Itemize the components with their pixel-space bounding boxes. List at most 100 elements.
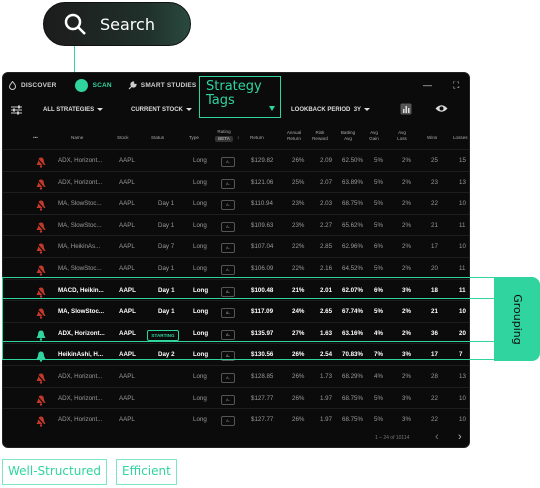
chevron-down-icon [97,107,104,111]
header-losses[interactable]: Losses [453,135,468,141]
cell-name: MA, SlowStoc... [58,265,102,272]
cell-status: Day 1 [158,200,175,208]
grouping-label: Grouping [510,293,524,345]
header-type[interactable]: Type [189,135,199,141]
header-avg-loss[interactable]: Avg Loss [395,130,409,141]
cell-annual: 25% [292,178,305,186]
cell-name: MA, HeikinAs... [58,243,101,251]
rating-chip[interactable]: A- [221,200,235,211]
cell-wins: 21 [431,221,438,229]
bell-off-icon[interactable] [36,265,46,276]
bell-off-icon[interactable] [36,157,46,168]
header-stock[interactable]: Stock [117,135,129,141]
cell-annual: 26% [292,416,305,424]
cell-losses: 10 [459,200,466,208]
group-divider [2,298,494,299]
search-pill[interactable]: Search [43,2,191,46]
chart-view-icon[interactable] [400,103,412,117]
bell-off-icon[interactable] [36,200,46,212]
current-stock-dropdown[interactable]: CURRENT STOCK [131,107,192,113]
cell-risk: 1.73 [320,373,333,380]
rating-chip[interactable]: A- [221,265,235,275]
bell-off-icon[interactable] [36,243,46,255]
cell-return: $107.04 [251,243,274,251]
table-row[interactable]: MA, SlowStoc... AAPL Day 1 Long $106.09 22% 2.… [3,257,469,279]
header-wins[interactable]: Wins [427,135,437,141]
strategy-tags-dropdown[interactable]: Strategy Tags [199,76,281,118]
minimize-icon[interactable]: — [423,80,432,90]
lookback-period-dropdown[interactable]: LOOKBACK PERIOD 3Y [291,107,371,113]
cell-stock: AAPL [119,200,135,208]
rating-chip[interactable]: A- [221,243,235,254]
header-avg-gain[interactable]: Avg Gain [367,130,381,141]
rating-chip[interactable]: A- [221,178,235,189]
cell-losses: 15 [459,157,466,164]
cell-batting: 62.50% [342,157,363,164]
next-page-icon[interactable]: › [458,431,462,443]
table-row[interactable]: ADX, Horizont... AAPL Long $127.77 26% 1.97 68… [3,408,469,430]
cell-risk: 1.97 [320,394,333,402]
cell-return: $129.82 [251,157,274,164]
cell-gain: 5% [374,200,383,208]
cell-batting: 63.89% [342,178,363,186]
all-strategies-dropdown[interactable]: ALL STRATEGIES [43,107,104,113]
header-annual-return[interactable]: Annual Return [283,130,305,141]
header-return[interactable]: Return [250,135,264,141]
table-row[interactable]: ADX, Horizont... AAPL Long $127.77 26% 1.97 68… [3,386,469,409]
table-row[interactable]: MA, HeikinAs... AAPL Day 7 Long $107.04 22% 2.… [3,235,469,257]
bell-off-icon[interactable] [36,178,46,190]
expand-icon[interactable]: ⛶ [453,80,459,91]
cell-name: ADX, Horizont... [58,416,103,424]
rating-chip[interactable]: A- [221,373,235,383]
table-header: ••• Name Stock Status Type Rating BETA ↕… [3,129,469,149]
table-row[interactable]: ADX, Horizont... AAPL Long $128.85 26% 1.73 68… [3,365,469,387]
header-name[interactable]: Name [71,135,83,141]
sort-icon[interactable]: ↕ [237,135,239,141]
cell-stock: AAPL [119,178,135,186]
tab-scan[interactable]: SCAN [74,78,112,92]
eye-icon[interactable] [435,104,448,115]
cell-gain: 5% [374,265,383,272]
rating-chip[interactable]: A- [221,394,235,405]
cell-losses: 10 [459,243,466,251]
cell-risk: 2.09 [320,157,333,164]
filter-settings-icon[interactable] [11,105,22,117]
tab-discover[interactable]: DISCOVER [8,80,57,90]
cell-losses: 13 [459,178,466,186]
cell-stock: AAPL [119,243,135,251]
cell-annual: 26% [292,394,305,402]
rating-chip[interactable]: A- [221,416,235,427]
cell-type: Long [193,157,207,164]
cell-batting: 65.62% [342,221,363,229]
cell-wins: 22 [431,394,438,402]
header-status[interactable]: Status [151,135,164,141]
header-risk-reward[interactable]: Risk Reward [311,130,329,141]
tab-smart-studies[interactable]: SMART STUDIES [128,80,197,90]
flame-icon [8,80,17,90]
prev-page-icon[interactable]: ‹ [435,431,439,443]
header-rating[interactable]: Rating [213,129,235,135]
grouping-tab[interactable]: Grouping [494,277,540,361]
cell-stock: AAPL [119,373,135,380]
rating-chip[interactable]: A- [221,157,235,167]
chevron-down-icon [269,106,275,111]
cell-name: ADX, Horizont... [58,373,103,380]
bell-off-icon[interactable] [36,373,46,384]
search-label: Search [100,14,155,34]
bell-off-icon[interactable] [36,416,46,428]
header-batting-avg[interactable]: Batting Avg [339,130,357,141]
table-row[interactable]: MA, SlowStoc... AAPL Day 1 Long $110.94 23% 2.… [3,192,469,214]
cell-wins: 22 [431,416,438,424]
column-menu-icon[interactable]: ••• [33,135,38,141]
search-icon [64,13,86,35]
cell-annual: 26% [292,157,305,164]
cell-losses: 11 [459,265,466,272]
table-row[interactable]: MA, SlowStoc... AAPL Day 1 Long $109.63 23% 2.… [3,213,469,236]
table-row[interactable]: ADX, Horizont... AAPL Long $129.82 26% 2.09 62… [3,149,469,171]
bell-off-icon[interactable] [36,221,46,233]
tab-scan-label: SCAN [92,81,112,89]
rating-beta-badge: BETA [215,136,233,142]
bell-off-icon[interactable] [36,394,46,406]
rating-chip[interactable]: A- [221,221,235,232]
table-row[interactable]: ADX, Horizont... AAPL Long $121.06 25% 2.07 63… [3,170,469,193]
